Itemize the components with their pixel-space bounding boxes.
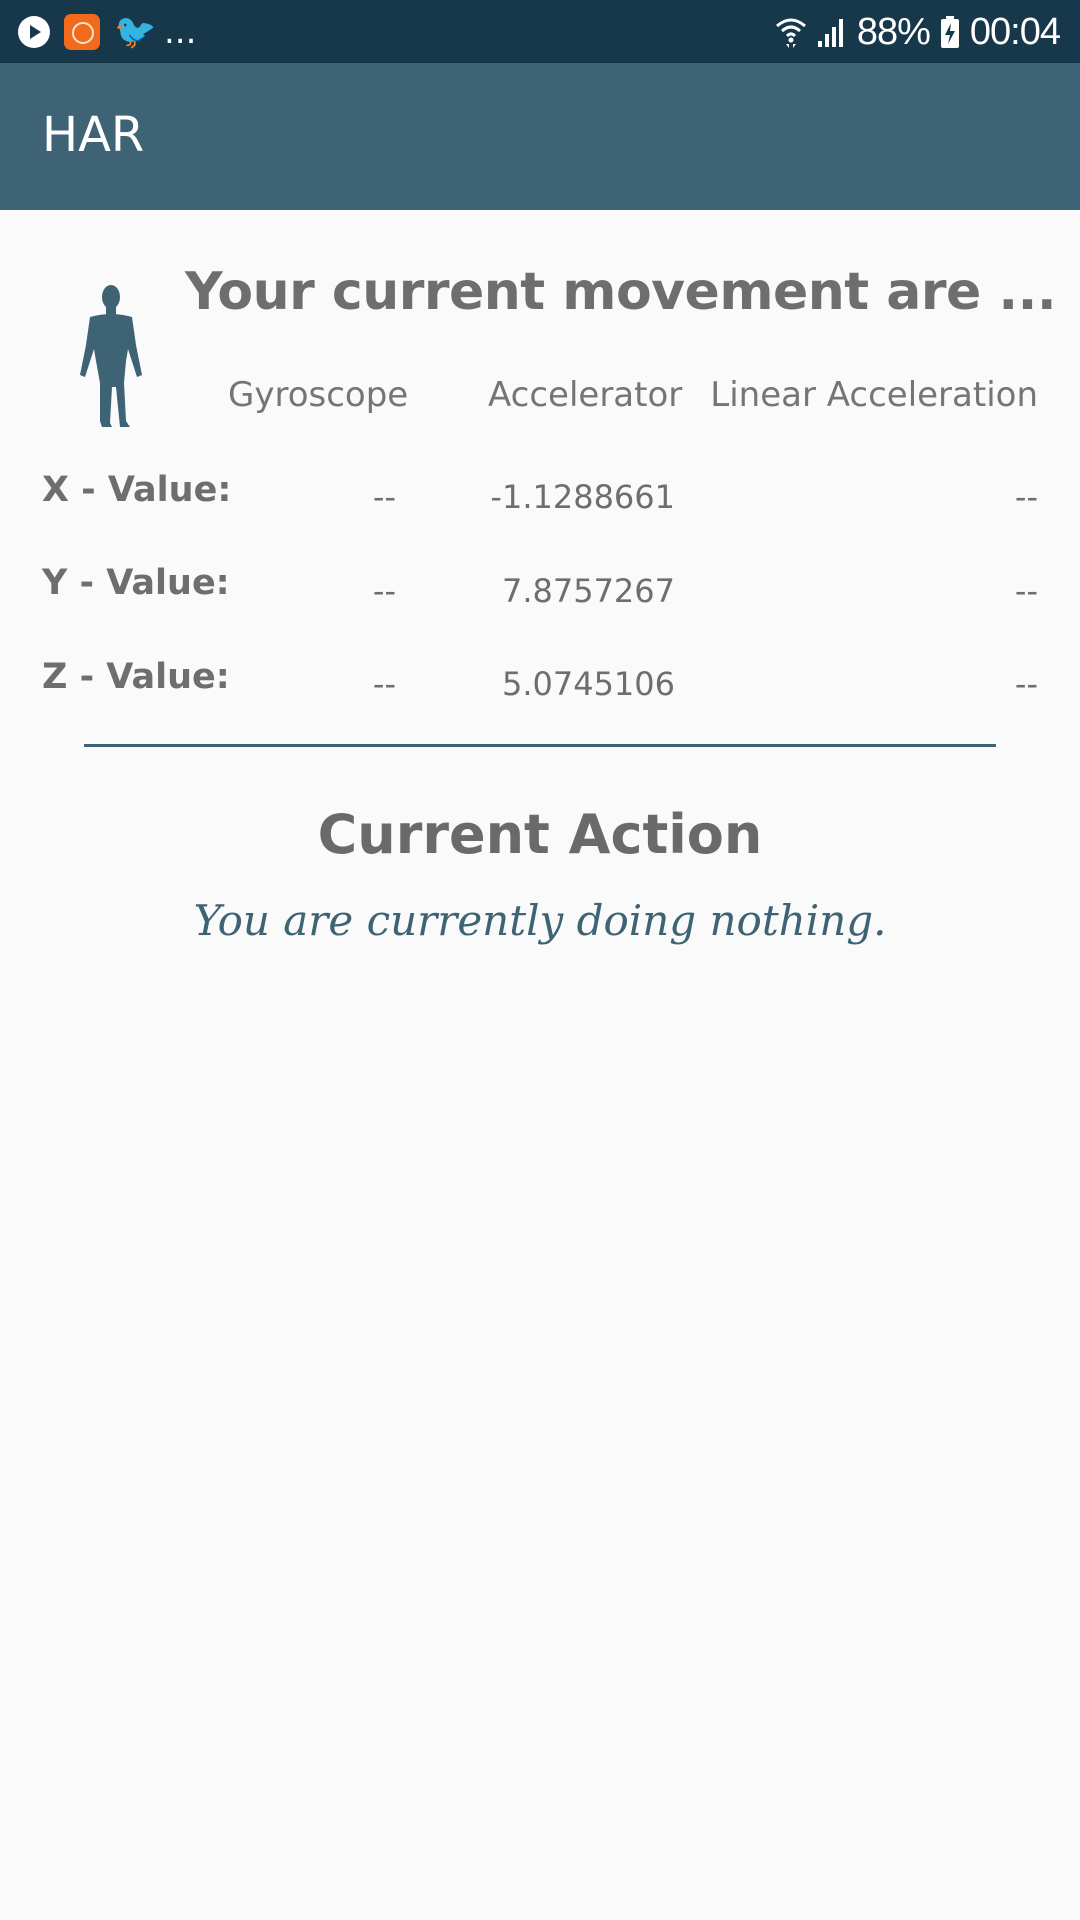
y-linear-acceleration-value: -- [1014, 572, 1038, 610]
row-label-z: Z - Value: [42, 657, 230, 697]
battery-charging-icon [940, 15, 960, 49]
z-accelerator-value: 5.0745106 [501, 665, 675, 703]
section-divider [84, 744, 996, 747]
battery-percentage: 88% [856, 10, 931, 53]
y-gyroscope-value: -- [372, 572, 396, 610]
play-notification-icon [18, 16, 50, 48]
current-action-status: You are currently doing nothing. [193, 896, 887, 945]
app-title: HAR [42, 107, 145, 163]
x-gyroscope-value: -- [372, 478, 396, 516]
clock: 00:04 [969, 10, 1061, 53]
system-icons: 88% 00:04 [775, 10, 1061, 54]
mi-app-icon [64, 14, 100, 50]
x-accelerator-value: -1.1288661 [490, 478, 675, 516]
human-figure-icon [76, 283, 146, 428]
status-bar: 🐦 ... 88% 00:04 [0, 0, 1080, 63]
y-accelerator-value: 7.8757267 [501, 572, 675, 610]
twitter-icon: 🐦 [114, 12, 157, 52]
more-notifications-indicator: ... [164, 12, 197, 52]
wifi-icon [775, 14, 807, 50]
row-label-x: X - Value: [42, 470, 232, 510]
app-bar: HAR [0, 63, 1080, 210]
current-action-title: Current Action [317, 803, 763, 866]
x-linear-acceleration-value: -- [1014, 478, 1038, 516]
z-gyroscope-value: -- [372, 665, 396, 703]
column-header-gyroscope: Gyroscope [228, 375, 409, 415]
column-header-linear-acceleration: Linear Acceleration [710, 375, 1038, 415]
movement-heading: Your current movement are ... [185, 262, 1057, 322]
signal-icon [817, 15, 847, 49]
notification-icons: 🐦 ... [18, 12, 196, 52]
row-label-y: Y - Value: [42, 563, 230, 603]
z-linear-acceleration-value: -- [1014, 665, 1038, 703]
column-header-accelerator: Accelerator [488, 375, 683, 415]
